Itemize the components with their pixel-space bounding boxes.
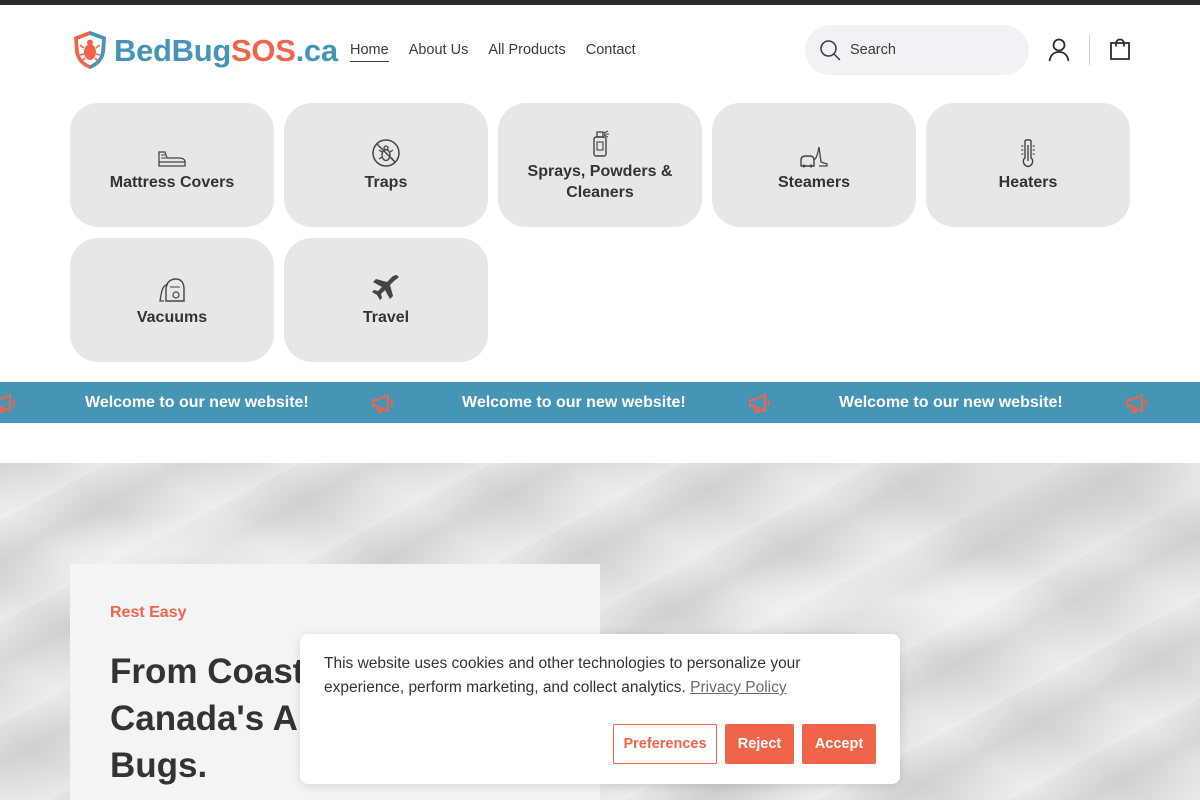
category-steamers[interactable]: Steamers (712, 103, 916, 227)
announcement-item: Welcome to our new website! (839, 382, 1063, 423)
category-label: Steamers (777, 173, 851, 191)
megaphone-icon (370, 392, 394, 414)
logo-wordmark: BedBugSOS.ca (114, 32, 338, 68)
category-traps[interactable]: Traps (284, 103, 488, 227)
nav-about-us[interactable]: About Us (409, 41, 469, 62)
category-mattress-covers[interactable]: Mattress Covers (70, 103, 274, 227)
main-nav: Home About Us All Products Contact (350, 41, 636, 62)
cookie-message: This website uses cookies and other tech… (324, 652, 864, 700)
site-header: BedBugSOS.ca Home About Us All Products … (0, 5, 1200, 93)
cart-icon[interactable] (1107, 36, 1133, 62)
megaphone-icon (747, 392, 771, 414)
megaphone-icon (0, 392, 16, 414)
reject-button[interactable]: Reject (725, 724, 794, 764)
steamer-icon (799, 138, 829, 168)
shield-bug-icon (74, 31, 106, 69)
search-box[interactable] (805, 25, 1029, 75)
site-logo[interactable]: BedBugSOS.ca (70, 29, 338, 71)
account-icon[interactable] (1046, 37, 1072, 63)
announcement-text: Welcome to our new website! (85, 393, 309, 411)
nav-contact[interactable]: Contact (586, 41, 636, 62)
category-label: Mattress Covers (109, 173, 235, 191)
search-icon[interactable] (819, 39, 841, 61)
thermometer-icon (1018, 138, 1038, 168)
nav-all-products[interactable]: All Products (488, 41, 565, 62)
privacy-policy-link[interactable]: Privacy Policy (690, 679, 786, 696)
category-sprays-powders-cleaners[interactable]: Sprays, Powders & Cleaners (498, 103, 702, 227)
announcement-bar: Welcome to our new website! Welcome to o… (0, 382, 1200, 423)
category-label: Travel (362, 308, 410, 326)
nav-home[interactable]: Home (350, 41, 389, 62)
category-label: Heaters (998, 173, 1058, 191)
category-vacuums[interactable]: Vacuums (70, 238, 274, 362)
announcement-text: Welcome to our new website! (462, 393, 686, 411)
category-label: Vacuums (136, 308, 208, 326)
announcement-text: Welcome to our new website! (839, 393, 1063, 411)
header-divider (1089, 35, 1090, 65)
announcement-item: Welcome to our new website! (85, 382, 309, 423)
spray-can-icon (589, 127, 611, 157)
cookie-consent-banner: This website uses cookies and other tech… (300, 634, 900, 784)
accept-button[interactable]: Accept (802, 724, 876, 764)
category-label: Traps (364, 173, 408, 191)
preferences-button[interactable]: Preferences (613, 724, 717, 764)
category-heaters[interactable]: Heaters (926, 103, 1130, 227)
hero-eyebrow: Rest Easy (110, 604, 187, 621)
vacuum-icon (158, 273, 186, 303)
bug-trap-icon (371, 138, 401, 168)
search-input[interactable] (850, 42, 1010, 58)
airplane-icon (371, 273, 401, 303)
mattress-icon (157, 138, 187, 168)
category-label: Sprays, Powders & Cleaners (527, 163, 673, 201)
category-travel[interactable]: Travel (284, 238, 488, 362)
megaphone-icon (1124, 392, 1148, 414)
announcement-item: Welcome to our new website! (462, 382, 686, 423)
